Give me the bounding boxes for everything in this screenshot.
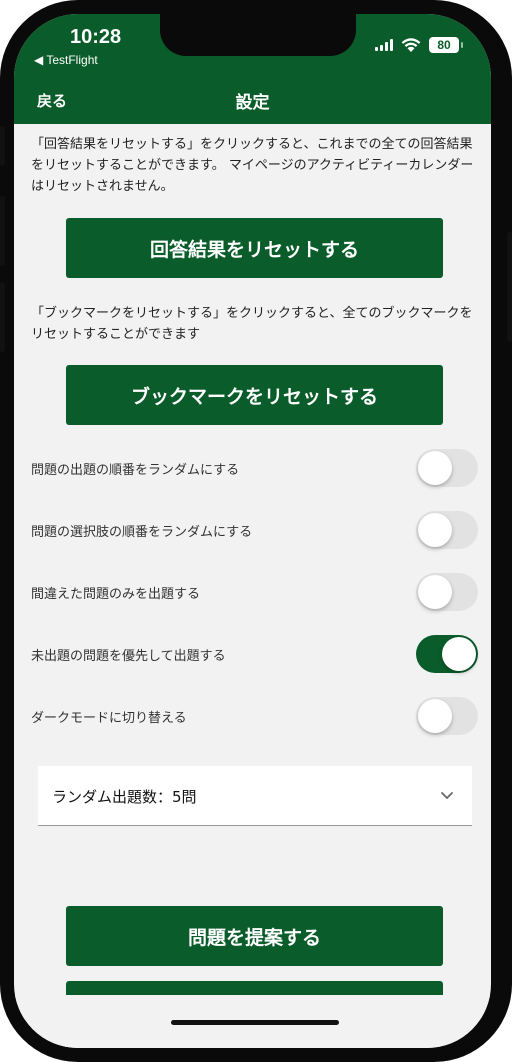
reset-results-description: 「回答結果をリセットする」をクリックすると、これまでの全ての回答結果をリセットす… [31,137,474,194]
mistakes-only-switch[interactable] [416,573,478,611]
status-time: 10:28 [70,26,122,48]
phone-side-button [0,282,5,352]
app-header: 10:28 ◀ TestFlight 80 戻る 設定 [14,14,491,124]
suggest-question-button[interactable]: 問題を提案する [66,906,443,966]
phone-side-button [0,126,5,166]
status-icons: 80 [375,36,463,54]
page-title: 設定 [235,93,270,113]
random-choices-switch[interactable] [416,511,478,549]
cellular-signal-icon [375,39,393,51]
toggle-row-random-order: 問題の出題の順番をランダムにする [14,449,491,489]
reset-bookmarks-button[interactable]: ブックマークをリセットする [66,365,443,425]
toggle-row-random-choices: 問題の選択肢の順番をランダムにする [14,511,491,551]
phone-frame: 10:28 ◀ TestFlight 80 戻る 設定 「回答結果をリセットする… [0,0,512,1062]
app-screen: 10:28 ◀ TestFlight 80 戻る 設定 「回答結果をリセットする… [14,14,491,1048]
random-order-switch[interactable] [416,449,478,487]
toggle-row-unanswered-first: 未出題の問題を優先して出題する [14,635,491,675]
toggle-label: 問題の選択肢の順番をランダムにする [31,525,253,540]
reset-results-button[interactable]: 回答結果をリセットする [66,218,443,278]
toggle-label: 未出題の問題を優先して出題する [31,649,226,664]
wifi-icon [401,38,421,52]
home-indicator[interactable] [171,1020,339,1025]
dark-mode-switch[interactable] [416,697,478,735]
switch-knob [418,699,452,733]
back-to-testflight-link[interactable]: ◀ TestFlight [34,53,98,67]
switch-knob [442,637,476,671]
phone-side-button [507,232,512,342]
toggle-label: 間違えた問題のみを出題する [31,587,201,602]
toggle-label: 問題の出題の順番をランダムにする [31,463,240,478]
battery-icon: 80 [429,37,463,53]
random-count-value: ランダム出題数：5問 [52,788,197,806]
toggle-label: ダークモードに切り替える [31,711,187,726]
reset-bookmarks-description: 「ブックマークをリセットする」をクリックすると、全てのブックマークをリセットする… [31,306,473,342]
toggle-row-mistakes-only: 間違えた問題のみを出題する [14,573,491,613]
unanswered-first-switch[interactable] [416,635,478,673]
switch-knob [418,451,452,485]
switch-knob [418,575,452,609]
phone-side-button [0,196,5,266]
chevron-down-icon [441,792,453,799]
random-count-select[interactable]: ランダム出題数：5問 [38,766,472,826]
phone-notch [160,14,356,56]
toggle-row-dark-mode: ダークモードに切り替える [14,697,491,737]
switch-knob [418,513,452,547]
